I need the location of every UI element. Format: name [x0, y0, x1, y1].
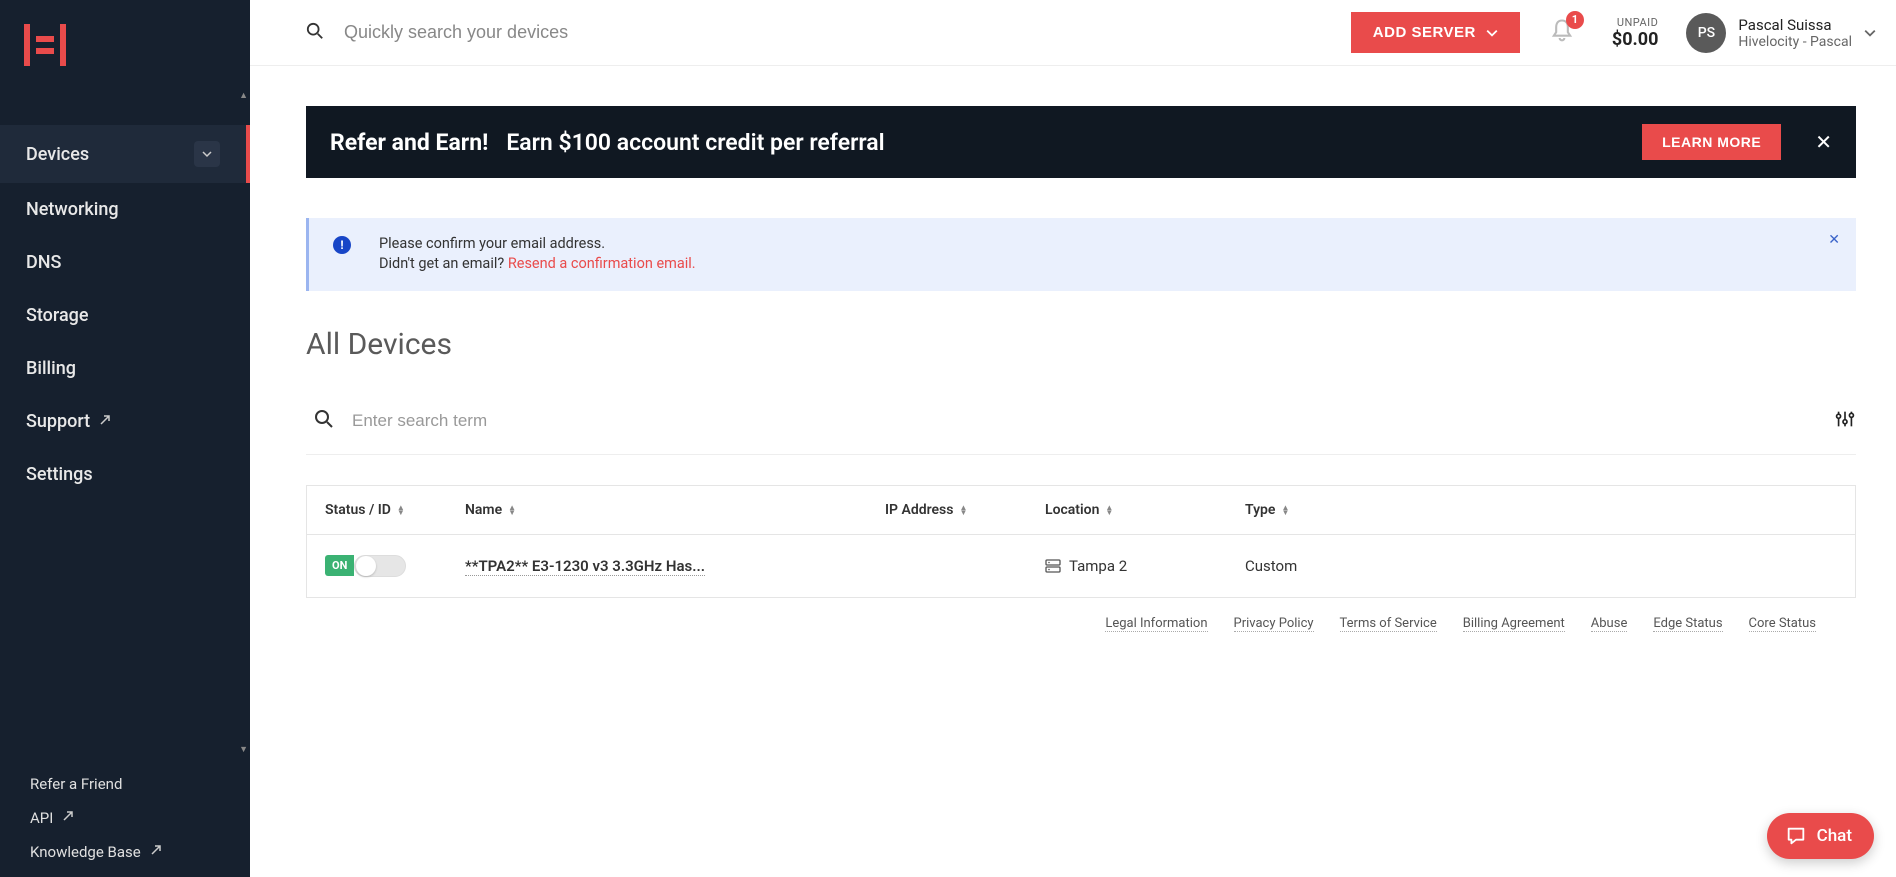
resend-email-link[interactable]: Resend a confirmation email. [508, 255, 696, 272]
footer-link[interactable]: Edge Status [1653, 616, 1722, 632]
status-badge: ON [325, 555, 354, 576]
content: Refer and Earn! Earn $100 account credit… [250, 66, 1896, 877]
sidebar-item-label: DNS [26, 252, 61, 273]
footer-link[interactable]: Terms of Service [1340, 616, 1437, 632]
email-confirm-notice: ! Please confirm your email address. Did… [306, 218, 1856, 291]
th-location[interactable]: Location ▲▼ [1045, 502, 1245, 518]
footer-link[interactable]: Core Status [1749, 616, 1816, 632]
location-cell: Tampa 2 [1045, 557, 1245, 575]
notice-body: Please confirm your email address. Didn'… [379, 234, 696, 275]
sidebar-item-label: Devices [26, 144, 89, 165]
logo[interactable] [0, 0, 250, 90]
sidebar-item-settings[interactable]: Settings [0, 448, 250, 501]
sidebar-item-label: Networking [26, 199, 119, 220]
sort-icon: ▲▼ [1281, 505, 1289, 515]
close-icon[interactable]: ✕ [1828, 232, 1840, 248]
search-icon [306, 22, 324, 44]
refer-subtitle: Earn $100 account credit per referral [506, 129, 884, 156]
th-type[interactable]: Type ▲▼ [1245, 502, 1837, 518]
filter-icon[interactable] [1834, 408, 1856, 434]
chevron-down-icon [1864, 27, 1876, 39]
scroll-up-icon[interactable]: ▲ [239, 90, 248, 101]
header: ADD SERVER 1 UNPAID $0.00 PS Pascal Suis… [250, 0, 1896, 66]
sidebar-item-label: Billing [26, 358, 76, 379]
external-link-icon [149, 843, 163, 861]
table-header: Status / ID ▲▼ Name ▲▼ IP Address ▲▼ Loc… [307, 486, 1855, 535]
chevron-down-icon[interactable] [194, 141, 220, 167]
footer-links: Legal Information Privacy Policy Terms o… [306, 598, 1856, 638]
chat-icon [1785, 825, 1807, 847]
sidebar-bottom-nav: Refer a Friend API Knowledge Base [0, 755, 250, 877]
chevron-down-icon [1486, 27, 1498, 39]
unpaid-value: $0.00 [1612, 29, 1659, 50]
sidebar-item-dns[interactable]: DNS [0, 236, 250, 289]
notification-badge: 1 [1566, 11, 1584, 29]
sort-icon: ▲▼ [397, 505, 405, 515]
notice-line1: Please confirm your email address. [379, 234, 696, 254]
datacenter-icon [1045, 558, 1061, 574]
global-search-input[interactable] [344, 22, 1331, 43]
th-ip[interactable]: IP Address ▲▼ [885, 502, 1045, 518]
status-cell: ON [325, 555, 465, 577]
footer-link[interactable]: Billing Agreement [1463, 616, 1565, 632]
sidebar-item-refer[interactable]: Refer a Friend [0, 767, 250, 801]
search-icon [314, 409, 334, 433]
avatar: PS [1686, 13, 1726, 53]
device-search-input[interactable] [352, 411, 1816, 431]
learn-more-button[interactable]: LEARN MORE [1642, 124, 1781, 160]
scroll-down-icon[interactable]: ▼ [239, 744, 248, 755]
refer-title: Refer and Earn! [330, 129, 488, 156]
footer-link[interactable]: Legal Information [1105, 616, 1207, 632]
sidebar-item-label: Settings [26, 464, 93, 485]
devices-table: Status / ID ▲▼ Name ▲▼ IP Address ▲▼ Loc… [306, 485, 1856, 598]
chat-widget[interactable]: Chat [1767, 813, 1874, 859]
user-org: Hivelocity - Pascal [1738, 34, 1852, 50]
refer-banner: Refer and Earn! Earn $100 account credit… [306, 106, 1856, 178]
external-link-icon [98, 411, 112, 432]
page-title: All Devices [306, 327, 1856, 362]
sidebar-item-devices[interactable]: Devices [0, 125, 250, 183]
device-search-bar [306, 400, 1856, 455]
user-text: Pascal Suissa Hivelocity - Pascal [1738, 16, 1852, 50]
main-area: ADD SERVER 1 UNPAID $0.00 PS Pascal Suis… [250, 0, 1896, 877]
power-toggle[interactable] [354, 555, 406, 577]
notifications-button[interactable]: 1 [1540, 17, 1584, 49]
sidebar-item-storage[interactable]: Storage [0, 289, 250, 342]
sidebar-item-label: Storage [26, 305, 89, 326]
sidebar-item-kb[interactable]: Knowledge Base [0, 835, 250, 869]
th-status[interactable]: Status / ID ▲▼ [325, 502, 465, 518]
footer-link[interactable]: Abuse [1591, 616, 1628, 632]
type-cell: Custom [1245, 557, 1837, 575]
brand-logo-icon [20, 20, 70, 70]
sort-icon: ▲▼ [1105, 505, 1113, 515]
unpaid-label: UNPAID [1612, 16, 1659, 29]
sidebar-item-networking[interactable]: Networking [0, 183, 250, 236]
th-name[interactable]: Name ▲▼ [465, 502, 745, 518]
sidebar: ▲ Devices Networking DNS Storage Billing… [0, 0, 250, 877]
chat-label: Chat [1817, 826, 1852, 846]
sidebar-item-api[interactable]: API [0, 801, 250, 835]
sidebar-item-support[interactable]: Support [0, 395, 250, 448]
unpaid-balance[interactable]: UNPAID $0.00 [1604, 16, 1667, 50]
sort-icon: ▲▼ [959, 505, 967, 515]
sidebar-item-label: Refer a Friend [30, 775, 122, 793]
user-name: Pascal Suissa [1738, 16, 1852, 34]
toggle-knob [356, 556, 376, 576]
sidebar-item-billing[interactable]: Billing [0, 342, 250, 395]
info-icon: ! [333, 236, 351, 254]
sidebar-item-label: API [30, 809, 53, 827]
footer-link[interactable]: Privacy Policy [1234, 616, 1314, 632]
sidebar-item-label: Knowledge Base [30, 843, 141, 861]
add-server-label: ADD SERVER [1373, 24, 1476, 41]
table-row[interactable]: ON **TPA2** E3-1230 v3 3.3GHz Has... [307, 535, 1855, 597]
sidebar-nav: ▲ Devices Networking DNS Storage Billing… [0, 90, 250, 755]
user-menu[interactable]: PS Pascal Suissa Hivelocity - Pascal [1686, 13, 1876, 53]
notice-line2: Didn't get an email? [379, 255, 508, 272]
sidebar-item-label: Support [26, 411, 90, 432]
close-icon[interactable]: ✕ [1815, 130, 1832, 154]
sort-icon: ▲▼ [508, 505, 516, 515]
add-server-button[interactable]: ADD SERVER [1351, 12, 1520, 53]
device-name-link[interactable]: **TPA2** E3-1230 v3 3.3GHz Has... [465, 557, 705, 576]
external-link-icon [61, 809, 75, 827]
